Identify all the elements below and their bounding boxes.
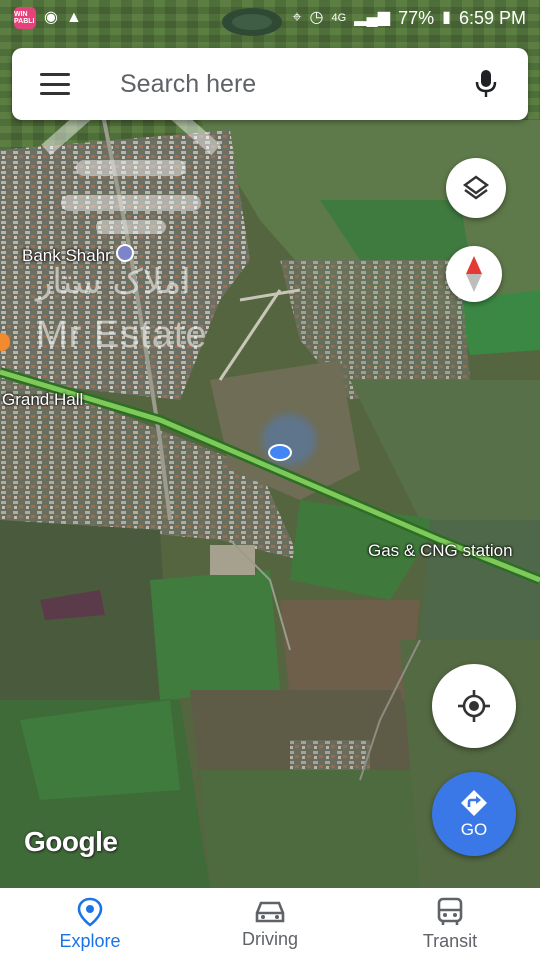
tab-explore[interactable]: Explore [0,888,180,960]
location-pin-icon [77,897,103,927]
bottom-navigation: Explore Driving Transit [0,888,540,960]
google-attribution: Google [24,826,118,857]
network-type: 4G [331,12,347,24]
app-badge-text: WIN PABLI [14,11,35,25]
my-location-dot [268,444,292,461]
crosshair-icon [458,690,490,722]
watermark-persian-text: املاک ستار [36,262,191,302]
alarm-icon: ◷ [309,9,324,26]
bus-icon [437,897,463,925]
location-icon: ⌖ [292,9,302,26]
clock-time: 6:59 PM [458,7,526,28]
tab-explore-label: Explore [59,930,121,951]
my-location-button[interactable] [432,664,516,748]
compass-button[interactable] [446,246,502,302]
bank-poi-icon[interactable] [116,244,134,262]
map-label-gas-station[interactable]: Gas & CNG station [368,541,513,561]
tab-driving-label: Driving [241,928,298,949]
go-label: GO [460,820,488,839]
watermark-english-text: Mr Estate [36,314,208,356]
car-icon [255,901,285,922]
app-notification-icon: WIN PABLI [14,7,36,29]
clock-circle-icon: ◉ [44,9,58,26]
layers-button[interactable] [446,158,506,218]
signal-icon: ▂▄▆ [354,9,391,26]
search-bar[interactable]: Search here [12,48,528,120]
directions-icon [461,790,487,816]
compass-icon [466,256,482,292]
tab-transit-label: Transit [422,930,478,951]
tab-driving[interactable]: Driving [180,888,360,960]
tab-transit[interactable]: Transit [360,888,540,960]
map-label-grand-hall[interactable]: Grand Hall [2,390,83,410]
search-input[interactable]: Search here [120,70,466,99]
battery-icon: ▮ [442,9,451,26]
status-bar: WIN PABLI ◉ ▲ ⌖ ◷ 4G ▂▄▆ 77% ▮ 6:59 PM [0,0,540,36]
go-button[interactable]: GO [432,772,516,856]
warning-icon: ▲ [65,9,82,26]
battery-percent: 77% [398,7,435,28]
layers-icon [462,175,490,200]
microphone-icon[interactable] [466,64,506,104]
menu-icon[interactable] [40,73,70,95]
